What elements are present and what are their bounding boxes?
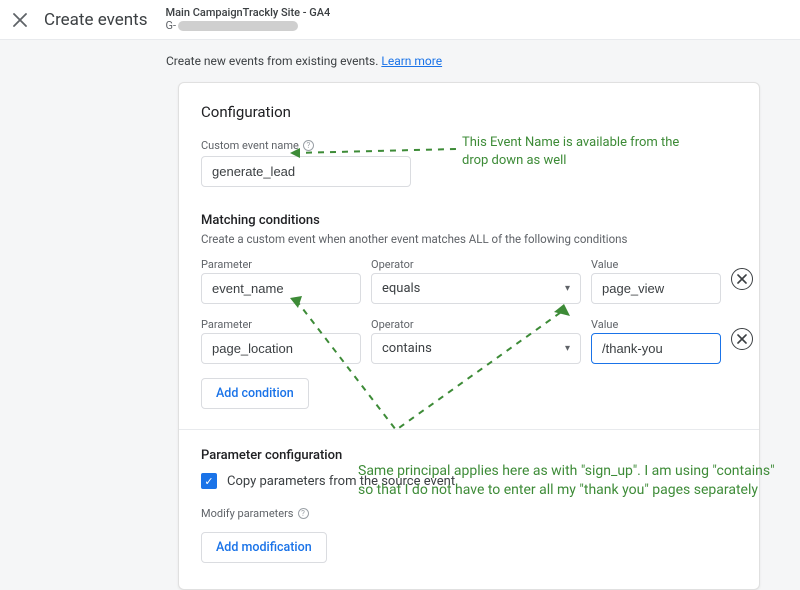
remove-condition-button[interactable] (731, 268, 753, 290)
learn-more-link[interactable]: Learn more (381, 54, 442, 68)
value-input[interactable] (591, 333, 721, 364)
intro-text: Create new events from existing events. … (0, 40, 800, 74)
operator-label: Operator (371, 258, 581, 271)
remove-condition-button[interactable] (731, 328, 753, 350)
condition-row: Parameter Operator equals ▾ Value (201, 258, 737, 304)
site-id: G- (166, 20, 331, 32)
custom-event-name-input[interactable] (201, 156, 411, 187)
value-input[interactable] (591, 273, 721, 304)
matching-subtext: Create a custom event when another event… (201, 232, 737, 246)
operator-select[interactable]: contains ▾ (371, 333, 581, 364)
page-title: Create events (44, 10, 148, 30)
panel-title: Configuration (201, 103, 737, 121)
chevron-down-icon: ▾ (565, 343, 570, 354)
checkbox-checked-icon[interactable]: ✓ (201, 473, 217, 489)
help-icon[interactable]: ? (298, 508, 309, 519)
param-label: Parameter (201, 318, 361, 331)
divider (179, 429, 759, 430)
header-bar: Create events Main CampaignTrackly Site … (0, 0, 800, 40)
parameter-input[interactable] (201, 333, 361, 364)
operator-label: Operator (371, 318, 581, 331)
value-label: Value (591, 258, 721, 271)
redacted-id (178, 21, 298, 31)
site-title: Main CampaignTrackly Site - GA4 (166, 7, 331, 19)
site-block: Main CampaignTrackly Site - GA4 G- (166, 7, 331, 31)
operator-select[interactable]: equals ▾ (371, 273, 581, 304)
close-icon[interactable] (12, 12, 28, 28)
modify-params-label: Modify parameters ? (201, 507, 737, 520)
annotation-event-name: This Event Name is available from the dr… (462, 134, 682, 169)
param-config-heading: Parameter configuration (201, 448, 737, 463)
param-label: Parameter (201, 258, 361, 271)
annotation-contains: Same principal applies here as with "sig… (358, 462, 778, 500)
value-label: Value (591, 318, 721, 331)
matching-heading: Matching conditions (201, 213, 737, 228)
parameter-input[interactable] (201, 273, 361, 304)
add-modification-button[interactable]: Add modification (201, 532, 327, 563)
add-condition-button[interactable]: Add condition (201, 378, 309, 409)
help-icon[interactable]: ? (303, 140, 314, 151)
chevron-down-icon: ▾ (565, 283, 570, 294)
condition-row: Parameter Operator contains ▾ Value (201, 318, 737, 364)
